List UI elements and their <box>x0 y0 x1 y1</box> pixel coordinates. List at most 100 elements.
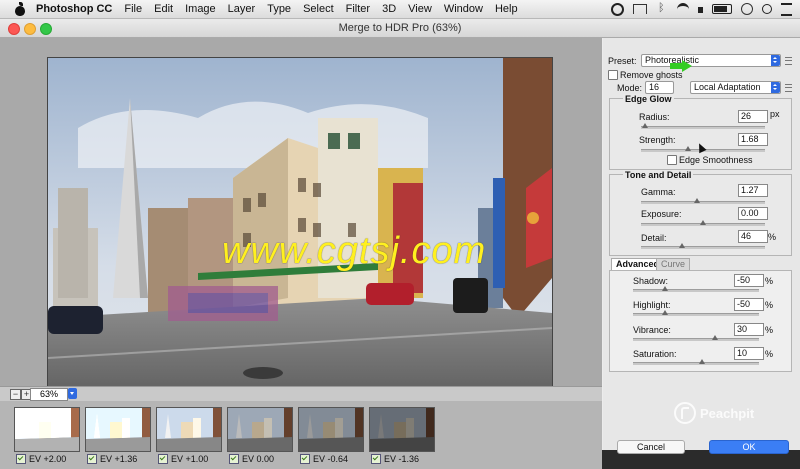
gamma-slider[interactable] <box>641 198 765 204</box>
peachpit-brand: Peachpit <box>700 405 755 421</box>
airplay-icon[interactable] <box>633 4 647 14</box>
exposure-value: EV +2.00 <box>29 454 67 464</box>
menu-layer[interactable]: Layer <box>228 3 256 15</box>
zoom-dropdown-icon[interactable] <box>68 388 77 399</box>
vibrance-unit: % <box>765 325 774 335</box>
source-thumbnail[interactable] <box>227 407 293 452</box>
edge-smoothness-checkbox[interactable] <box>667 155 677 165</box>
include-exposure-checkbox[interactable] <box>371 454 381 464</box>
exposure-label: Exposure: <box>641 209 682 219</box>
creative-cloud-icon[interactable] <box>611 2 624 16</box>
saturation-slider[interactable] <box>633 359 759 365</box>
menu-edit[interactable]: Edit <box>154 3 173 15</box>
edge-glow-title: Edge Glow <box>623 94 674 104</box>
battery-icon[interactable] <box>712 4 732 14</box>
thumbnail-label: EV 0.00 <box>229 454 274 464</box>
bluetooth-icon[interactable] <box>656 2 668 15</box>
wifi-icon[interactable] <box>677 2 689 16</box>
chevron-updown-icon <box>771 55 780 66</box>
shadow-input[interactable]: -50 <box>734 274 764 287</box>
highlight-slider[interactable] <box>633 310 759 316</box>
radius-slider[interactable] <box>641 123 765 129</box>
thumbnail-label: EV +1.00 <box>158 454 208 464</box>
radius-slider-handle[interactable] <box>641 123 648 128</box>
remove-ghosts-checkbox[interactable] <box>608 70 618 80</box>
menu-3d[interactable]: 3D <box>382 3 396 15</box>
detail-slider-handle[interactable] <box>678 243 685 248</box>
exposure-input[interactable]: 0.00 <box>738 207 768 220</box>
menu-view[interactable]: View <box>408 3 432 15</box>
menu-type[interactable]: Type <box>267 3 291 15</box>
include-exposure-checkbox[interactable] <box>229 454 239 464</box>
source-thumbnails: EV +2.00 EV +1.36 EV +1.00 EV 0.00 EV -0.64 E… <box>0 401 602 469</box>
highlight-unit: % <box>765 300 774 310</box>
vibrance-slider[interactable] <box>633 335 759 341</box>
highlight-slider-handle[interactable] <box>661 310 668 315</box>
include-exposure-checkbox[interactable] <box>16 454 26 464</box>
vibrance-input[interactable]: 30 <box>734 323 764 336</box>
gamma-input[interactable]: 1.27 <box>738 184 768 197</box>
minimize-window-button[interactable] <box>24 23 36 35</box>
source-thumbnail[interactable] <box>156 407 222 452</box>
exposure-value: EV +1.00 <box>171 454 209 464</box>
include-exposure-checkbox[interactable] <box>87 454 97 464</box>
preset-menu-icon[interactable] <box>785 57 792 65</box>
include-exposure-checkbox[interactable] <box>158 454 168 464</box>
include-exposure-checkbox[interactable] <box>300 454 310 464</box>
strength-input[interactable]: 1.68 <box>738 133 768 146</box>
method-value: Local Adaptation <box>694 82 761 92</box>
menu-image[interactable]: Image <box>185 3 216 15</box>
apple-icon[interactable] <box>14 1 26 16</box>
highlight-label: Highlight: <box>633 300 671 310</box>
mode-menu-icon[interactable] <box>785 84 792 92</box>
edge-smoothness-label: Edge Smoothness <box>679 155 753 165</box>
method-select[interactable]: Local Adaptation <box>690 81 781 94</box>
ok-button[interactable]: OK <box>709 440 789 454</box>
gamma-label: Gamma: <box>641 187 676 197</box>
notification-list-icon[interactable] <box>781 2 792 16</box>
gamma-slider-handle[interactable] <box>693 198 700 203</box>
shadow-slider[interactable] <box>633 286 759 292</box>
shadow-slider-handle[interactable] <box>661 286 668 291</box>
detail-slider[interactable] <box>641 243 765 249</box>
menu-select[interactable]: Select <box>303 3 334 15</box>
user-icon[interactable] <box>741 3 753 15</box>
source-thumbnail[interactable] <box>369 407 435 452</box>
menu-filter[interactable]: Filter <box>346 3 370 15</box>
menu-file[interactable]: File <box>124 3 142 15</box>
menu-help[interactable]: Help <box>495 3 518 15</box>
menu-window[interactable]: Window <box>444 3 483 15</box>
merge-hdr-dialog: Merge to HDR Pro (63%) www.cgtsj.com − +… <box>0 19 800 469</box>
saturation-slider-handle[interactable] <box>699 359 706 364</box>
radius-unit: px <box>770 109 780 119</box>
source-thumbnail[interactable] <box>85 407 151 452</box>
mode-label: Mode: <box>617 83 643 93</box>
strength-slider-handle[interactable] <box>685 146 692 151</box>
menu-app-name[interactable]: Photoshop CC <box>36 3 112 15</box>
vibrance-slider-handle[interactable] <box>711 335 718 340</box>
vibrance-label: Vibrance: <box>633 325 671 335</box>
tone-detail-title: Tone and Detail <box>623 170 694 180</box>
source-thumbnail[interactable] <box>14 407 80 452</box>
bit-depth-select[interactable]: 16 <box>645 81 674 94</box>
exposure-slider-handle[interactable] <box>700 220 706 225</box>
detail-input[interactable]: 46 <box>738 230 768 243</box>
strength-label: Strength: <box>639 135 676 145</box>
close-window-button[interactable] <box>8 23 20 35</box>
volume-icon[interactable] <box>698 7 703 13</box>
highlight-input[interactable]: -50 <box>734 298 764 311</box>
exposure-slider[interactable] <box>641 220 765 226</box>
zoom-window-button[interactable] <box>40 23 52 35</box>
zoom-out-button[interactable]: − <box>10 389 21 400</box>
saturation-unit: % <box>765 349 774 359</box>
exposure-value: EV 0.00 <box>242 454 275 464</box>
saturation-input[interactable]: 10 <box>734 347 764 360</box>
zoom-level[interactable]: 63% <box>30 388 68 401</box>
exposure-value: EV -1.36 <box>384 454 420 464</box>
radius-input[interactable]: 26 <box>738 110 768 123</box>
source-thumbnail[interactable] <box>298 407 364 452</box>
preset-select[interactable]: Photorealistic <box>641 54 781 67</box>
tab-curve[interactable]: Curve <box>656 258 691 270</box>
cancel-button[interactable]: Cancel <box>617 440 685 454</box>
spotlight-search-icon[interactable] <box>762 4 772 14</box>
